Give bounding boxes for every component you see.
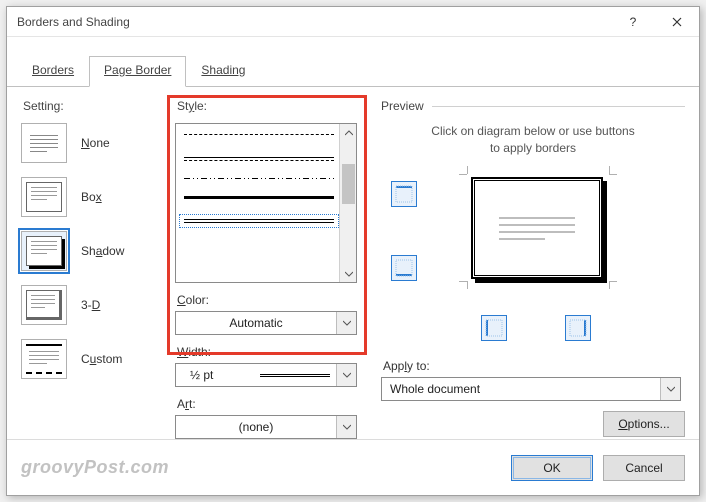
apply-to-label: Apply to: [383,359,685,373]
scroll-thumb[interactable] [342,164,355,204]
titlebar: Borders and Shading ? [7,7,699,37]
dialog-title: Borders and Shading [17,15,611,29]
preview-stage [381,169,685,349]
setting-shadow-label: Shadow [81,244,124,258]
chevron-down-icon [667,386,675,392]
borders-shading-dialog: Borders and Shading ? Borders Page Borde… [6,6,700,496]
setting-custom-label: Custom [81,352,122,366]
chevron-down-icon [343,424,351,430]
setting-label: Setting: [23,99,161,113]
width-value: ½ pt [176,368,260,382]
chevron-down-icon [343,320,351,326]
help-button[interactable]: ? [611,7,655,37]
border-left-button[interactable] [481,315,507,341]
color-label: Color: [177,293,367,307]
setting-list: None Box Shadow [21,123,161,379]
apply-to-arrow[interactable] [660,378,680,400]
setting-3d-thumb [21,285,67,325]
style-listbox[interactable] [175,123,357,283]
setting-shadow[interactable]: Shadow [21,231,161,271]
apply-to-value: Whole document [382,382,660,396]
width-sample [260,374,336,377]
setting-3d-label: 3-D [81,298,100,312]
art-value: (none) [176,420,336,434]
style-column: Style: [175,95,367,439]
style-option-dashdot[interactable] [184,157,334,161]
options-button[interactable]: Options... [603,411,685,437]
tab-borders[interactable]: Borders [17,56,89,87]
ok-button[interactable]: OK [511,455,593,481]
width-combo[interactable]: ½ pt [175,363,357,387]
preview-hint: Click on diagram below or use buttons to… [381,123,685,157]
color-combo[interactable]: Automatic [175,311,357,335]
setting-none-label: None [81,136,110,150]
color-combo-arrow[interactable] [336,312,356,334]
style-option-thick[interactable] [184,196,334,202]
dialog-footer: groovyPost.com OK Cancel [7,439,699,495]
scroll-up-button[interactable] [340,124,357,141]
setting-3d[interactable]: 3-D [21,285,161,325]
setting-box-thumb [21,177,67,217]
setting-custom-thumb [21,339,67,379]
border-left-icon [485,319,503,337]
tab-strip: Borders Page Border Shading [7,37,699,87]
border-bottom-button[interactable] [391,255,417,281]
preview-doc[interactable] [471,177,603,279]
style-option-dashed[interactable] [184,134,334,140]
border-top-button[interactable] [391,181,417,207]
border-right-button[interactable] [565,315,591,341]
scroll-down-button[interactable] [340,265,357,282]
apply-to-combo[interactable]: Whole document [381,377,681,401]
width-label: Width: [177,345,367,359]
chevron-up-icon [345,130,353,136]
color-value: Automatic [176,316,336,330]
preview-label: Preview [381,99,424,113]
width-combo-arrow[interactable] [336,364,356,386]
style-rows [176,124,356,229]
style-label: Style: [177,99,367,113]
preview-column: Preview Click on diagram below or use bu… [381,95,685,439]
watermark: groovyPost.com [21,457,169,478]
tab-page-border[interactable]: Page Border [89,56,186,87]
setting-none-thumb [21,123,67,163]
style-scrollbar[interactable] [339,124,356,282]
close-icon [672,17,682,27]
border-top-icon [395,185,413,203]
setting-box-label: Box [81,190,102,204]
setting-custom[interactable]: Custom [21,339,161,379]
border-right-icon [569,319,587,337]
chevron-down-icon [343,372,351,378]
setting-shadow-thumb [21,231,67,271]
border-bottom-icon [395,259,413,277]
art-combo-arrow[interactable] [336,416,356,438]
cancel-button[interactable]: Cancel [603,455,685,481]
close-button[interactable] [655,7,699,37]
setting-column: Setting: None Box [21,95,161,439]
setting-none[interactable]: None [21,123,161,163]
art-combo[interactable]: (none) [175,415,357,439]
chevron-down-icon [345,271,353,277]
dialog-body: Setting: None Box [7,87,699,439]
style-option-dashdotdot[interactable] [184,178,334,179]
setting-box[interactable]: Box [21,177,161,217]
style-option-double[interactable] [184,219,334,223]
tab-shading[interactable]: Shading [186,56,260,87]
art-label: Art: [177,397,367,411]
